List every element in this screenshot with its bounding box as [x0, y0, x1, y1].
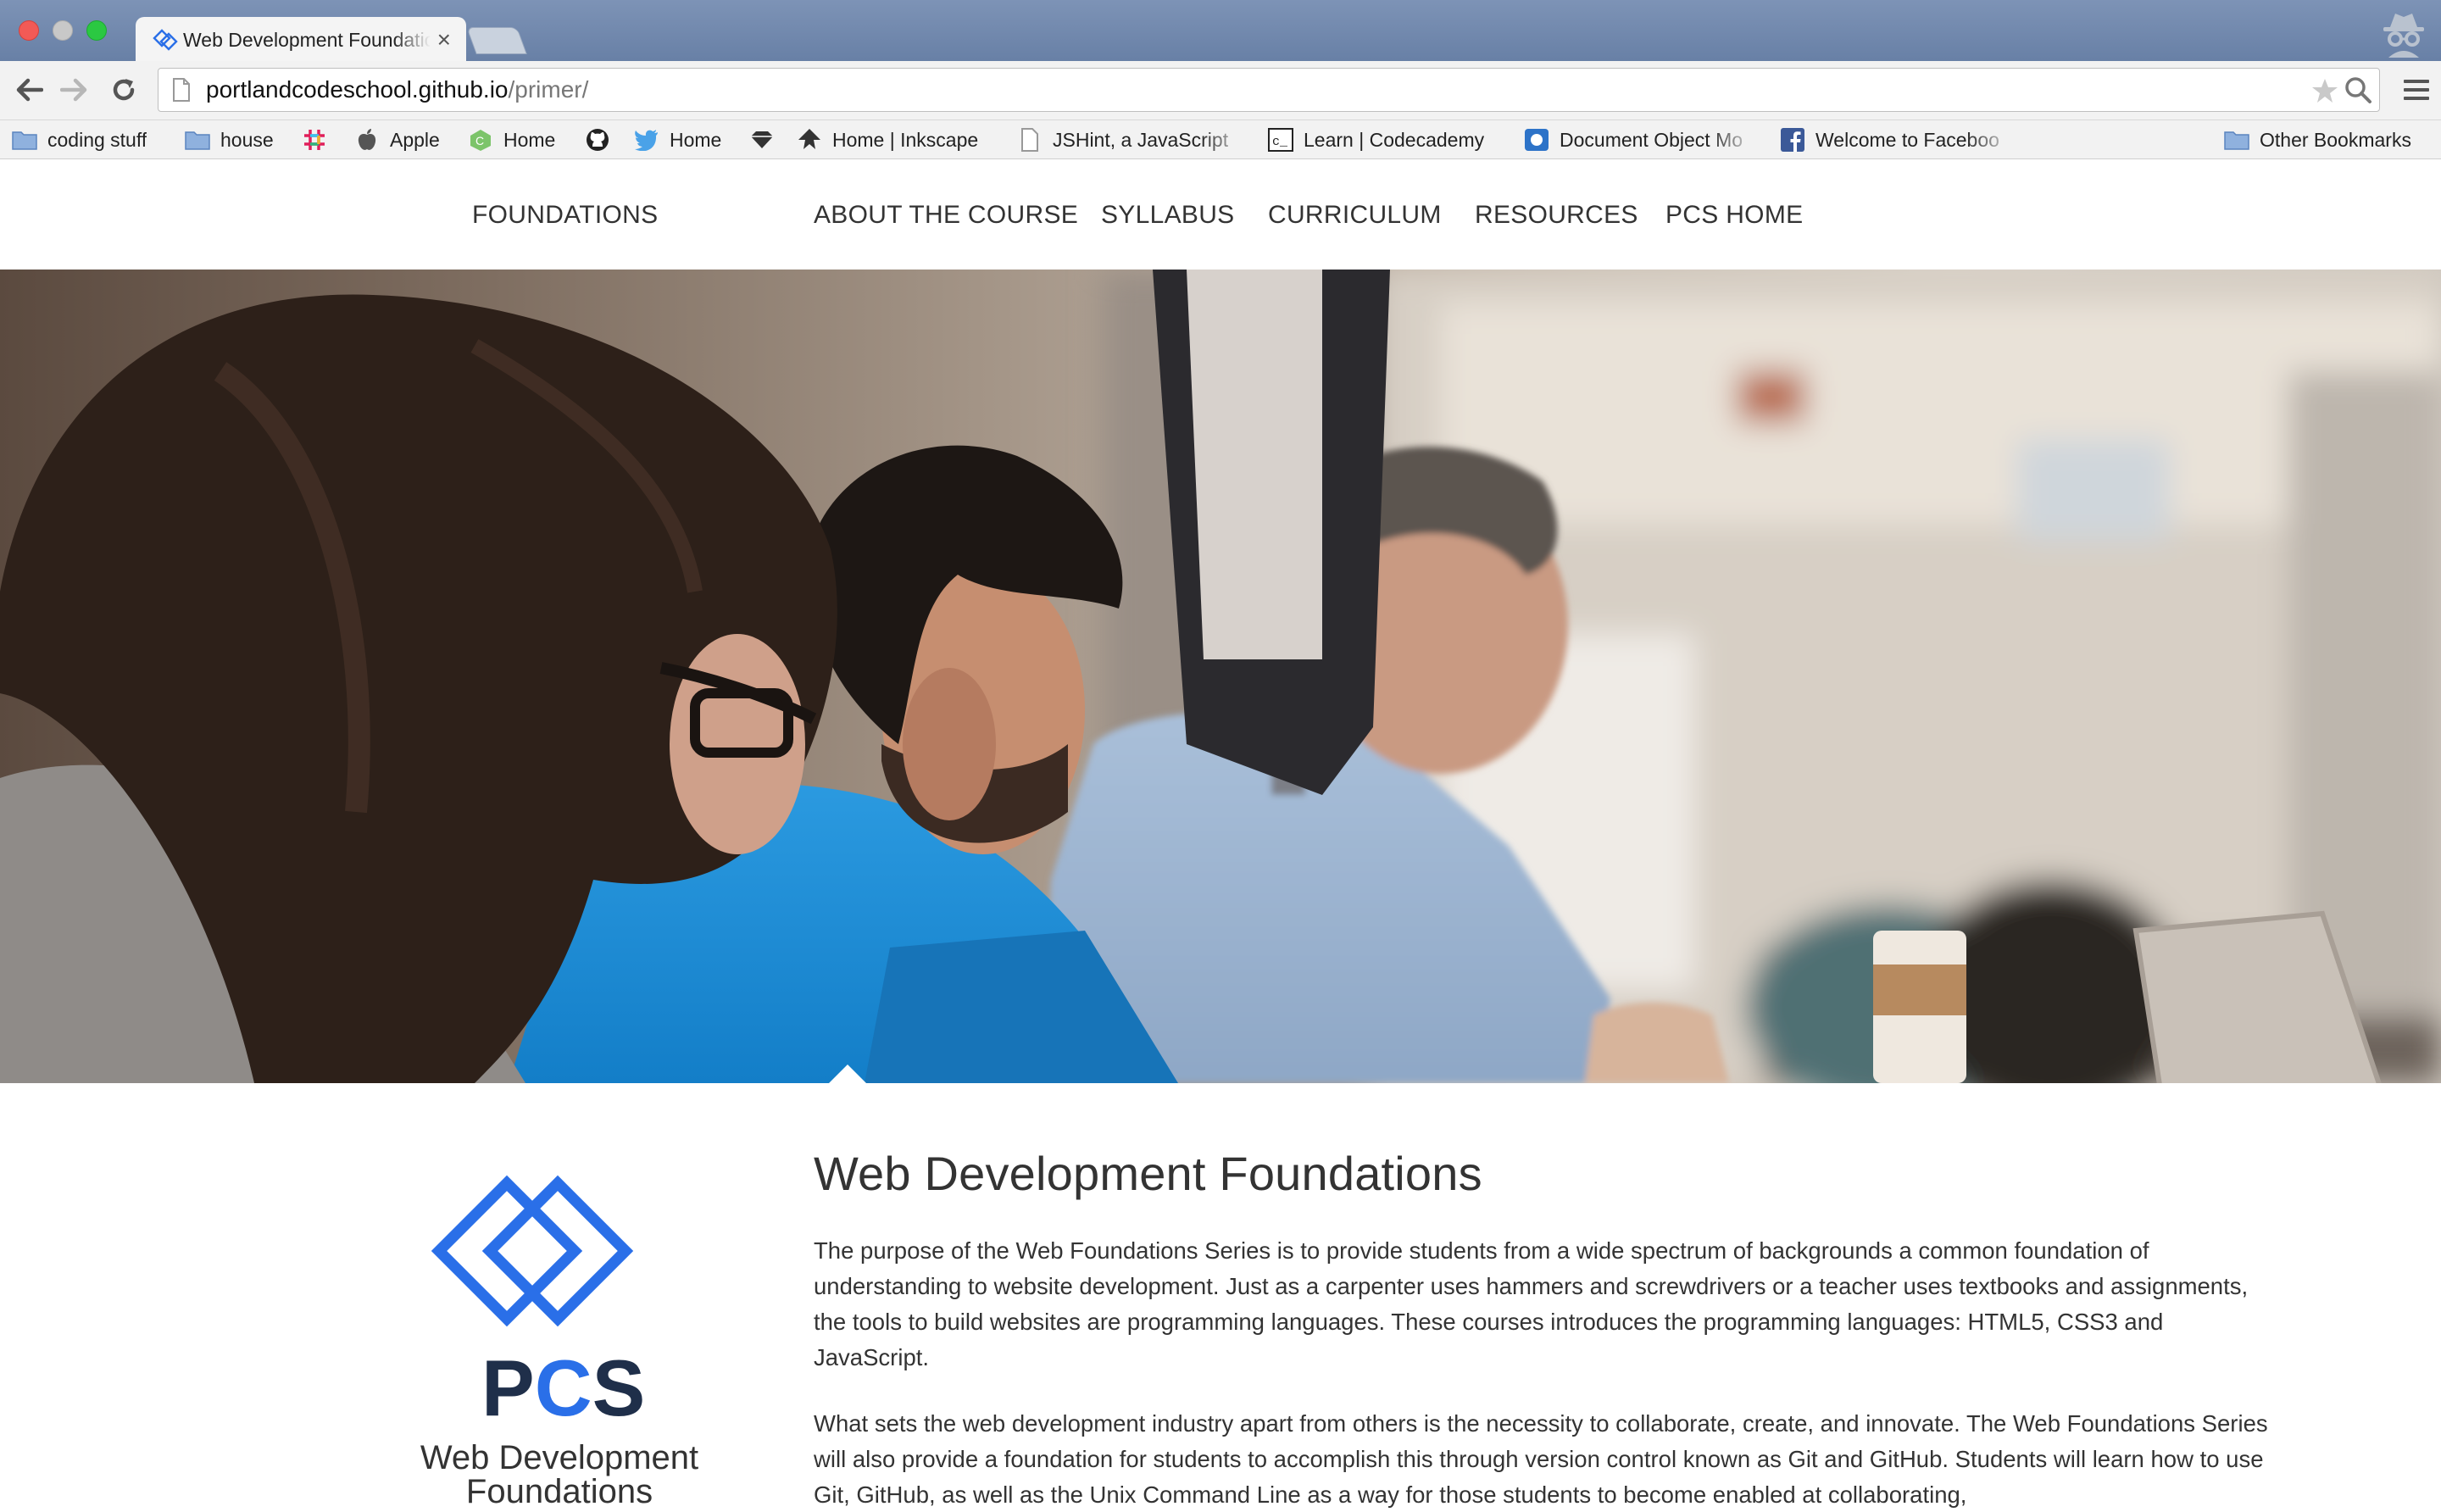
svg-text:c_: c_ — [1272, 135, 1288, 149]
twitter-icon — [634, 129, 659, 151]
folder-icon — [12, 129, 37, 151]
inkscape-icon — [797, 129, 822, 151]
new-tab-button[interactable] — [466, 27, 527, 54]
nav-curriculum[interactable]: CURRICULUM — [1268, 161, 1442, 270]
hero-photo — [0, 270, 2441, 1083]
forward-button[interactable] — [58, 73, 92, 107]
back-arrow-icon — [16, 78, 43, 102]
url-path: /primer/ — [508, 76, 589, 103]
bookmark-inkscape[interactable]: Home | Inkscape — [797, 120, 978, 159]
bookmark-codecademy[interactable]: c_ Learn | Codecademy — [1268, 120, 1484, 159]
collaboration-paragraph: What sets the web development industry a… — [814, 1410, 2268, 1508]
logo-caption-line2: Foundations — [465, 1473, 653, 1510]
logo-letter-s: S — [592, 1343, 646, 1432]
bookmark-facebook[interactable]: Welcome to Faceboo — [1780, 120, 2016, 159]
nav-about-the-course[interactable]: ABOUT THE COURSE — [814, 161, 1078, 270]
svg-text:PCS: PCS — [481, 1343, 645, 1432]
slack-icon — [302, 129, 327, 151]
bookmark-house[interactable]: house — [185, 120, 274, 159]
svg-text:C: C — [475, 134, 484, 147]
browser-titlebar: Web Development Foundations × — [0, 0, 2441, 63]
bookmark-star-icon[interactable] — [2311, 77, 2338, 104]
tab-title: Web Development Foundations — [183, 28, 431, 51]
close-window-button[interactable] — [19, 20, 39, 41]
intro-paragraph: The purpose of the Web Foundations Serie… — [814, 1237, 2249, 1370]
hero-classroom-illustration — [0, 270, 2441, 1083]
close-tab-icon[interactable]: × — [437, 28, 451, 52]
reload-icon — [113, 79, 135, 101]
facebook-icon — [1780, 128, 1805, 152]
site-navbar: FOUNDATIONS ABOUT THE COURSE SYLLABUS CU… — [0, 161, 2441, 270]
pcs-favicon-icon — [153, 29, 178, 51]
pcs-diamond-logo-icon: PCS — [431, 1175, 645, 1432]
logo-caption-line1: Web Development — [420, 1439, 699, 1476]
page-title: Web Development Foundations — [814, 1147, 1482, 1200]
logo-letter-c: C — [535, 1343, 592, 1432]
hero-pointer-notch — [829, 1065, 866, 1083]
chrome-menu-button[interactable] — [2404, 80, 2429, 102]
bookmark-dom-mdn[interactable]: Document Object Mo — [1524, 120, 1758, 159]
minimize-window-button[interactable] — [53, 20, 73, 41]
browser-tab-active[interactable]: Web Development Foundations × — [136, 17, 466, 63]
bookmark-twitter-home[interactable]: Home — [634, 120, 721, 159]
forward-arrow-icon — [60, 78, 87, 102]
page-icon — [1017, 128, 1043, 152]
diamond-icon — [749, 129, 775, 151]
mdn-icon — [1524, 129, 1549, 151]
nav-brand-foundations[interactable]: FOUNDATIONS — [472, 161, 658, 270]
bookmark-slack[interactable] — [302, 120, 337, 159]
apple-icon — [354, 129, 380, 151]
bookmarks-bar: coding stuff house Apple C Home Home Hom… — [0, 120, 2441, 159]
home-site-icon: C — [468, 129, 493, 151]
search-icon[interactable] — [2344, 75, 2372, 104]
folder-icon — [2224, 129, 2249, 151]
bookmark-github[interactable] — [585, 120, 620, 159]
back-button[interactable] — [12, 73, 46, 107]
zoom-window-button[interactable] — [86, 20, 107, 41]
folder-icon — [185, 129, 210, 151]
page-icon — [173, 78, 190, 102]
bookmark-other-bookmarks[interactable]: Other Bookmarks — [2224, 120, 2411, 159]
bookmark-diamond[interactable] — [749, 120, 785, 159]
main-content: Web Development Foundations The purpose … — [814, 1146, 2271, 1512]
address-bar[interactable]: portlandcodeschool.github.io/primer/ — [158, 68, 2380, 112]
bookmark-apple[interactable]: Apple — [354, 120, 440, 159]
logo-letter-p: P — [481, 1343, 535, 1432]
browser-toolbar: portlandcodeschool.github.io/primer/ — [0, 61, 2441, 120]
nav-pcs-home[interactable]: PCS HOME — [1665, 161, 1803, 270]
url-host: portlandcodeschool.github.io — [206, 76, 509, 103]
logo-caption: Web Development Foundations — [373, 1441, 746, 1509]
github-icon — [585, 129, 610, 151]
nav-resources[interactable]: RESOURCES — [1475, 161, 1638, 270]
bookmark-jshint[interactable]: JSHint, a JavaScript — [1017, 120, 1249, 159]
hamburger-icon — [2404, 80, 2429, 83]
bookmark-home-1[interactable]: C Home — [468, 120, 555, 159]
codecademy-icon: c_ — [1268, 128, 1293, 152]
bookmark-coding-stuff[interactable]: coding stuff — [12, 120, 147, 159]
incognito-icon — [2383, 14, 2424, 58]
reload-button[interactable] — [107, 73, 141, 107]
nav-syllabus[interactable]: SYLLABUS — [1101, 161, 1234, 270]
